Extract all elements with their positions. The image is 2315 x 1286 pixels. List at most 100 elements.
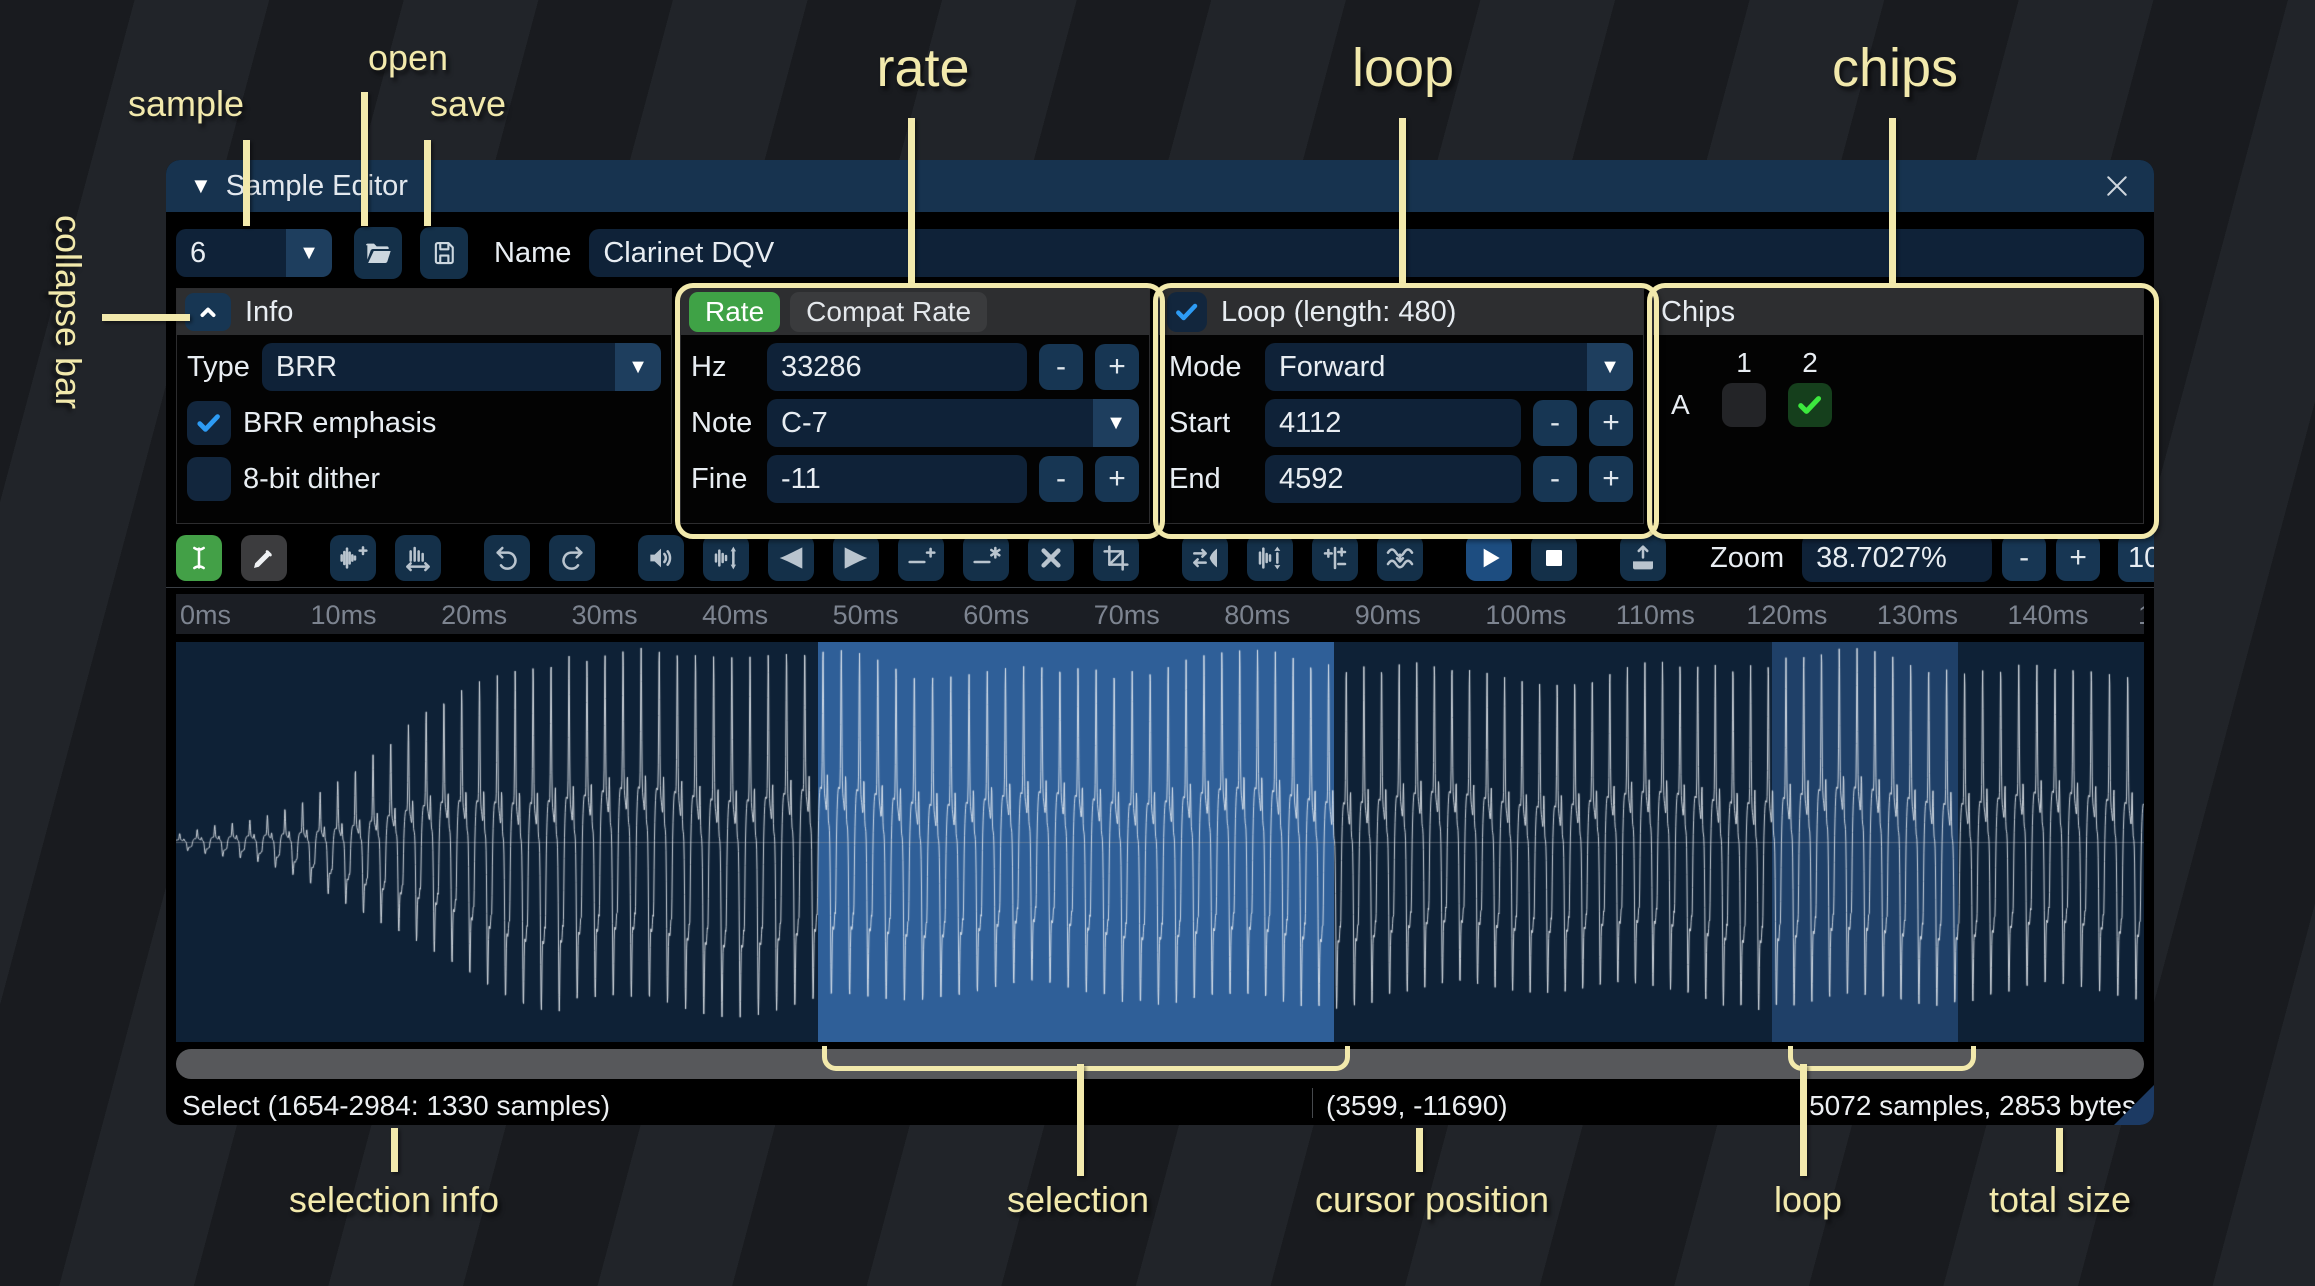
apply-filter-button[interactable] — [1377, 535, 1423, 581]
check-icon — [192, 406, 226, 440]
zoom-in-button[interactable]: + — [2056, 535, 2100, 581]
type-value: BRR — [262, 343, 615, 391]
invert-icon — [1254, 542, 1286, 574]
insert-silence-button[interactable] — [898, 535, 944, 581]
invert-button[interactable] — [1247, 535, 1293, 581]
annotation-selection-info-label: selection info — [289, 1179, 499, 1221]
chevron-up-icon — [193, 297, 223, 327]
close-icon[interactable] — [2100, 169, 2134, 203]
status-selection-info: Select (1654-2984: 1330 samples) — [182, 1090, 610, 1122]
type-label: Type — [187, 351, 250, 384]
normalize-icon — [710, 542, 742, 574]
signed-unsigned-button[interactable] — [1312, 535, 1358, 581]
type-dropdown[interactable]: BRR ▼ — [262, 343, 661, 391]
annotation-sample-line — [243, 140, 250, 226]
apply-silence-button[interactable] — [963, 535, 1009, 581]
annotation-selection-line — [1077, 1064, 1084, 1176]
preview-play-button[interactable] — [1466, 535, 1512, 581]
collapse-bar-button[interactable] — [185, 293, 231, 331]
brr-emphasis-label: BRR emphasis — [243, 407, 436, 440]
delete-icon — [1035, 542, 1067, 574]
trim-icon — [1100, 542, 1132, 574]
stop-button[interactable] — [1531, 535, 1577, 581]
fade-in-icon — [775, 542, 807, 574]
create-wavetable-button[interactable] — [1620, 535, 1666, 581]
annotation-selection-info-line — [391, 1128, 398, 1172]
info-panel: Info Type BRR ▼ — [176, 288, 672, 524]
info-panel-title: Info — [245, 296, 293, 329]
sample-row: 6 ▼ Name Clarinet DQV — [176, 226, 2144, 280]
resize-grip[interactable] — [2114, 1085, 2154, 1125]
select-tool-button[interactable] — [176, 535, 222, 581]
annotation-rate-box — [675, 283, 1165, 539]
resize-button[interactable] — [395, 535, 441, 581]
resample-button[interactable] — [330, 535, 376, 581]
dither-checkbox[interactable] — [187, 457, 231, 501]
draw-tool-button[interactable] — [241, 535, 287, 581]
fade-out-button[interactable] — [833, 535, 879, 581]
sample-slot-dropdown[interactable]: 6 ▼ — [176, 229, 332, 277]
dropdown-arrow-icon: ▼ — [286, 229, 332, 277]
resample-icon — [337, 542, 369, 574]
collapse-triangle-icon[interactable]: ▼ — [190, 173, 212, 199]
redo-icon — [556, 542, 588, 574]
dither-label: 8-bit dither — [243, 463, 380, 496]
title-bar[interactable]: ▼ Sample Editor — [166, 160, 2154, 212]
annotation-chips-label: chips — [1832, 37, 1958, 99]
status-separator — [1312, 1088, 1313, 1118]
sample-name-input[interactable]: Clarinet DQV — [589, 229, 2144, 277]
annotation-loop-top-line — [1399, 118, 1406, 283]
annotation-selection-bracket — [822, 1046, 1350, 1071]
annotation-total-size-label: total size — [1989, 1179, 2131, 1221]
annotation-collapse-bar-line — [102, 314, 190, 321]
ruler-tick: 20ms — [441, 600, 507, 631]
amplify-button[interactable] — [638, 535, 684, 581]
name-label: Name — [494, 237, 571, 270]
ruler-tick: 130ms — [1877, 600, 1958, 631]
apply-filter-icon — [1384, 542, 1416, 574]
fade-in-button[interactable] — [768, 535, 814, 581]
zoom-out-button[interactable]: - — [2002, 535, 2046, 581]
save-sample-button[interactable] — [420, 227, 468, 279]
annotation-rate-line — [908, 118, 915, 283]
status-bar: Select (1654-2984: 1330 samples) (3599, … — [176, 1080, 2144, 1125]
toolbar-buttons — [176, 535, 1666, 581]
dropdown-arrow-icon: ▼ — [615, 343, 661, 391]
undo-icon — [491, 542, 523, 574]
ruler-tick: 90ms — [1355, 600, 1421, 631]
open-sample-button[interactable] — [354, 227, 402, 279]
select-tool-icon — [183, 542, 215, 574]
status-total-size: 5072 samples, 2853 bytes — [1809, 1090, 2136, 1122]
annotation-loop-bottom-label: loop — [1774, 1179, 1842, 1221]
ruler-tick: 140ms — [2007, 600, 2088, 631]
normalize-button[interactable] — [703, 535, 749, 581]
annotation-collapse-bar-label: collapse bar — [47, 215, 89, 409]
info-panel-header: Info — [177, 289, 671, 335]
sample-name-value: Clarinet DQV — [603, 237, 774, 270]
delete-button[interactable] — [1028, 535, 1074, 581]
annotation-loop-bottom-line — [1800, 1064, 1807, 1176]
redo-button[interactable] — [549, 535, 595, 581]
ruler-tick: 150ms — [2138, 600, 2144, 631]
ruler-tick: 30ms — [572, 600, 638, 631]
page-background: ▼ Sample Editor 6 ▼ — [0, 0, 2315, 1286]
sample-toolbar: Zoom 38.7027% - + 100% — [176, 535, 2144, 581]
annotation-loop-bracket — [1788, 1046, 1976, 1071]
zoom-input[interactable]: 38.7027% — [1802, 534, 1992, 582]
annotation-sample-label: sample — [128, 83, 244, 125]
stop-icon — [1538, 542, 1570, 574]
waveform-canvas[interactable] — [176, 642, 2144, 1042]
ruler-tick: 40ms — [702, 600, 768, 631]
brr-emphasis-checkbox[interactable] — [187, 401, 231, 445]
ruler-tick: 10ms — [311, 600, 377, 631]
undo-button[interactable] — [484, 535, 530, 581]
draw-tool-icon — [248, 542, 280, 574]
reverse-button[interactable] — [1182, 535, 1228, 581]
waveform-view[interactable] — [176, 642, 2144, 1042]
zoom-value: 38.7027% — [1816, 542, 1947, 575]
zoom-cluster: Zoom 38.7027% - + 100% — [1702, 534, 2154, 582]
zoom-reset-button[interactable]: 100% — [2118, 534, 2154, 582]
status-cursor-position: (3599, -11690) — [1326, 1090, 1508, 1122]
trim-button[interactable] — [1093, 535, 1139, 581]
ruler-tick: 120ms — [1746, 600, 1827, 631]
